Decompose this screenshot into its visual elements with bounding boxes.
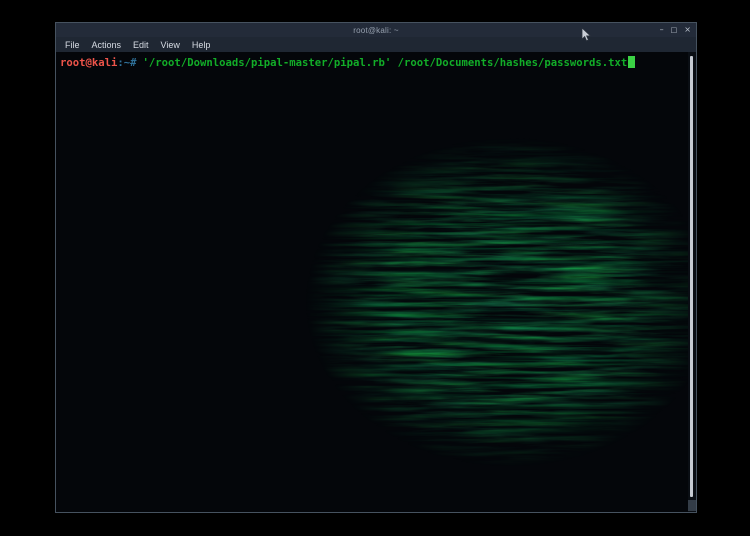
close-button[interactable]: × bbox=[684, 26, 691, 34]
menu-item-view[interactable]: View bbox=[155, 39, 186, 51]
maximize-button[interactable]: □ bbox=[671, 26, 678, 34]
menu-item-actions[interactable]: Actions bbox=[86, 39, 128, 51]
menu-item-file[interactable]: File bbox=[59, 39, 86, 51]
minimize-button[interactable]: – bbox=[660, 26, 664, 34]
scrollbar-thumb[interactable] bbox=[690, 56, 693, 497]
scrollbar-bottom-cap bbox=[688, 500, 696, 511]
menu-item-help[interactable]: Help bbox=[186, 39, 217, 51]
prompt-symbol: :~# bbox=[117, 57, 136, 69]
menubar: File Actions Edit View Help bbox=[56, 37, 696, 52]
command-text: '/root/Downloads/pipal-master/pipal.rb' … bbox=[143, 57, 628, 69]
prompt-user-host: root@kali bbox=[60, 57, 117, 69]
terminal-noise-texture bbox=[56, 52, 696, 512]
menu-item-edit[interactable]: Edit bbox=[127, 39, 155, 51]
window-titlebar[interactable]: root@kali: ~ – □ × bbox=[56, 23, 696, 37]
terminal-cursor bbox=[628, 56, 635, 68]
scrollbar[interactable] bbox=[688, 52, 696, 512]
desktop-background: root@kali: ~ – □ × File Actions Edit Vie… bbox=[0, 0, 750, 536]
command-line: root@kali:~# '/root/Downloads/pipal-maste… bbox=[60, 56, 635, 70]
terminal-window: root@kali: ~ – □ × File Actions Edit Vie… bbox=[55, 22, 697, 513]
window-controls: – □ × bbox=[660, 23, 691, 37]
terminal-area[interactable]: root@kali:~# '/root/Downloads/pipal-maste… bbox=[56, 52, 696, 512]
window-title: root@kali: ~ bbox=[353, 26, 398, 35]
